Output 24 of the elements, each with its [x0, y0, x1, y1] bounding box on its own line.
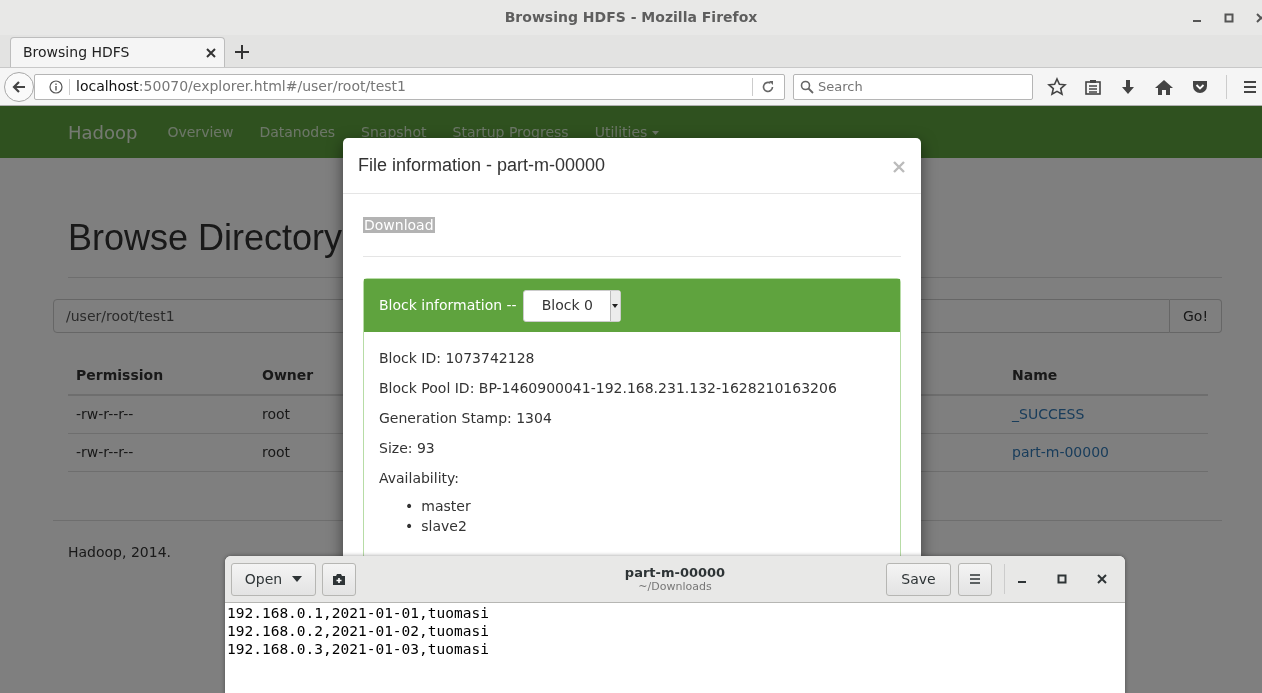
text-line: 192.168.0.2,2021-01-02,tuomasi [227, 622, 490, 640]
table-cell: -rw-r--r-- [68, 433, 254, 472]
url-path: :50070/explorer.html#/user/root/test1 [138, 77, 406, 96]
info-text: Size: 93 [379, 439, 436, 458]
bullet: • [405, 497, 414, 516]
editor-title: part-m-00000 [624, 564, 726, 581]
table-cell: -rw-r--r-- [68, 395, 254, 434]
info-text: Block Pool ID: BP-1460900041-192.168.231.132-1628210163206 [379, 379, 838, 398]
bullet: • [405, 517, 414, 536]
column-header: Permission [68, 357, 254, 396]
info-text: Availability: [379, 469, 460, 488]
page-heading: Browse Directory [68, 216, 343, 260]
footer-text: Hadoop, 2014. [68, 543, 172, 563]
host-item: slave2 [421, 517, 467, 536]
text-line: 192.168.0.3,2021-01-03,tuomasi [227, 640, 490, 658]
panel-heading: Block information -- [379, 296, 517, 315]
editor-subtitle: ~/Downloads [637, 580, 713, 594]
text-line: 192.168.0.1,2021-01-01,tuomasi [227, 604, 490, 622]
host-item: master [421, 497, 471, 516]
window-title: Browsing HDFS - Mozilla Firefox [504, 8, 758, 27]
column-header: Name [1004, 357, 1208, 396]
url-host: localhost [76, 77, 139, 96]
modal-title: File information - part-m-00000 [358, 154, 606, 177]
info-text: Generation Stamp: 1304 [379, 409, 553, 428]
